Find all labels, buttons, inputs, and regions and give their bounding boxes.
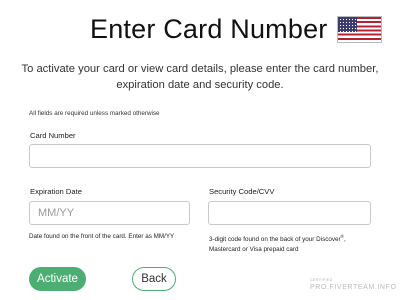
flag-canton bbox=[338, 17, 357, 32]
required-note: All fields are required unless marked ot… bbox=[29, 110, 160, 117]
back-button[interactable]: Back bbox=[132, 267, 176, 291]
security-code-help-text: 3-digit code found on the back of your D… bbox=[209, 232, 374, 254]
security-code-input[interactable] bbox=[208, 201, 371, 225]
watermark: CERTIFIED PRO.FIVERTEAM.INFO bbox=[310, 278, 397, 291]
cvv-help-prefix: 3-digit code found on the back of your D… bbox=[209, 236, 341, 244]
card-number-input[interactable] bbox=[29, 144, 371, 168]
intro-text: To activate your card or view card detai… bbox=[21, 63, 379, 91]
expiration-date-input[interactable] bbox=[29, 201, 190, 225]
card-number-label: Card Number bbox=[30, 131, 76, 140]
security-code-label: Security Code/CVV bbox=[209, 187, 275, 196]
expiration-help-text: Date found on the front of the card. Ent… bbox=[29, 233, 175, 240]
expiration-date-label: Expiration Date bbox=[30, 187, 82, 196]
us-flag-icon bbox=[337, 16, 382, 43]
watermark-text: PRO.FIVERTEAM.INFO bbox=[310, 283, 397, 291]
watermark-small: CERTIFIED bbox=[310, 278, 333, 282]
page-title: Enter Card Number bbox=[90, 14, 328, 44]
activate-button[interactable]: Activate bbox=[29, 267, 86, 291]
